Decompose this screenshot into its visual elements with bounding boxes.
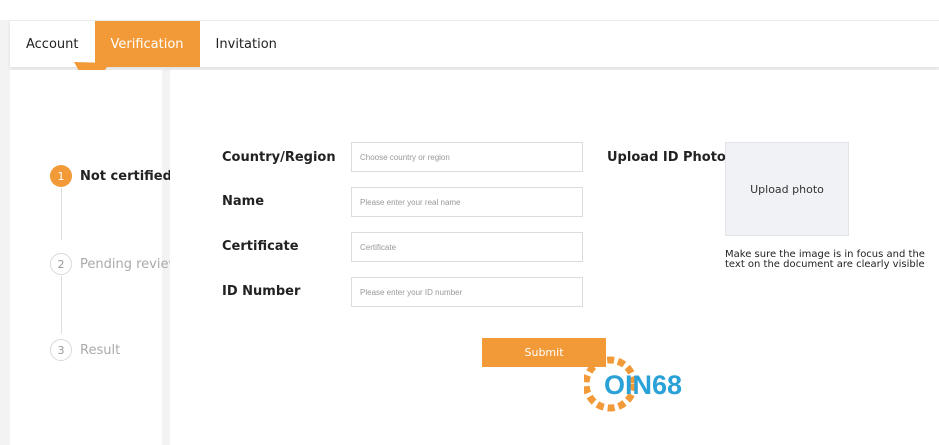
country-select[interactable]: [351, 142, 583, 172]
id-number-input[interactable]: [351, 277, 583, 307]
step-connector: [61, 276, 62, 334]
upload-id-label: Upload ID Photo: [607, 150, 726, 165]
tab-invitation[interactable]: Invitation: [200, 21, 293, 67]
upload-hint: Make sure the image is in focus and the …: [725, 249, 925, 270]
step-label: Not certified: [80, 168, 172, 184]
country-label: Country/Region: [222, 150, 336, 165]
watermark-text: OIN68: [604, 370, 682, 400]
step-number: 1: [50, 165, 72, 187]
name-label: Name: [222, 194, 265, 209]
upload-photo-button[interactable]: Upload photo: [725, 142, 849, 236]
top-strip: [0, 0, 939, 20]
name-input[interactable]: [351, 187, 583, 217]
coin68-logo: OIN68: [584, 356, 682, 412]
step-result: 3 Result: [50, 339, 120, 361]
certificate-input[interactable]: [351, 232, 583, 262]
step-number: 2: [50, 253, 72, 275]
step-label: Result: [80, 342, 121, 358]
certificate-label: Certificate: [222, 239, 299, 254]
step-connector: [61, 188, 62, 240]
step-pending-review: 2 Pending review: [50, 253, 179, 275]
id-number-label: ID Number: [222, 284, 301, 299]
step-label: Pending review: [80, 256, 180, 272]
step-number: 3: [50, 339, 72, 361]
step-not-certified: 1 Not certified: [50, 165, 172, 187]
tab-bar: Account Verification Invitation: [10, 20, 939, 67]
